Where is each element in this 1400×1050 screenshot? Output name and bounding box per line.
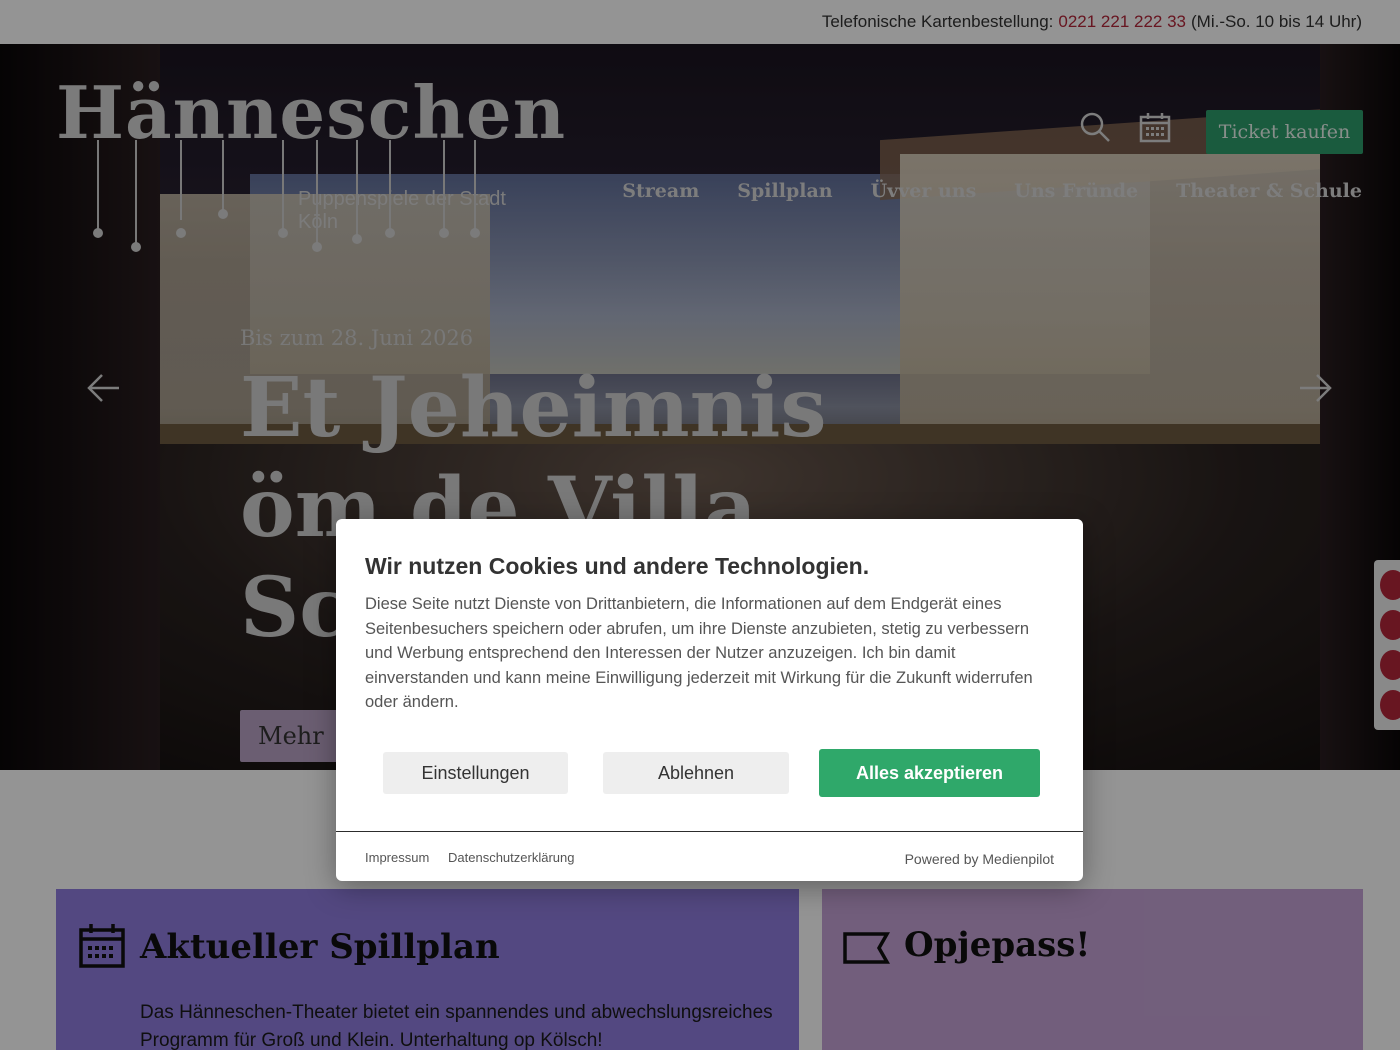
cookie-privacy-link[interactable]: Datenschutzerklärung xyxy=(448,850,574,865)
cookie-decline-button[interactable]: Ablehnen xyxy=(603,752,789,794)
cookie-settings-button[interactable]: Einstellungen xyxy=(383,752,568,794)
cookie-divider xyxy=(336,831,1083,832)
cookie-accept-all-button[interactable]: Alles akzeptieren xyxy=(819,749,1040,797)
cookie-powered-by[interactable]: Powered by Medienpilot xyxy=(905,851,1054,867)
cookie-title: Wir nutzen Cookies und andere Technologi… xyxy=(365,553,870,579)
cookie-text: Diese Seite nutzt Dienste von Drittanbie… xyxy=(365,595,1033,711)
cookie-imprint-link[interactable]: Impressum xyxy=(365,850,429,865)
cookie-consent-dialog: Wir nutzen Cookies und andere Technologi… xyxy=(336,519,1083,881)
